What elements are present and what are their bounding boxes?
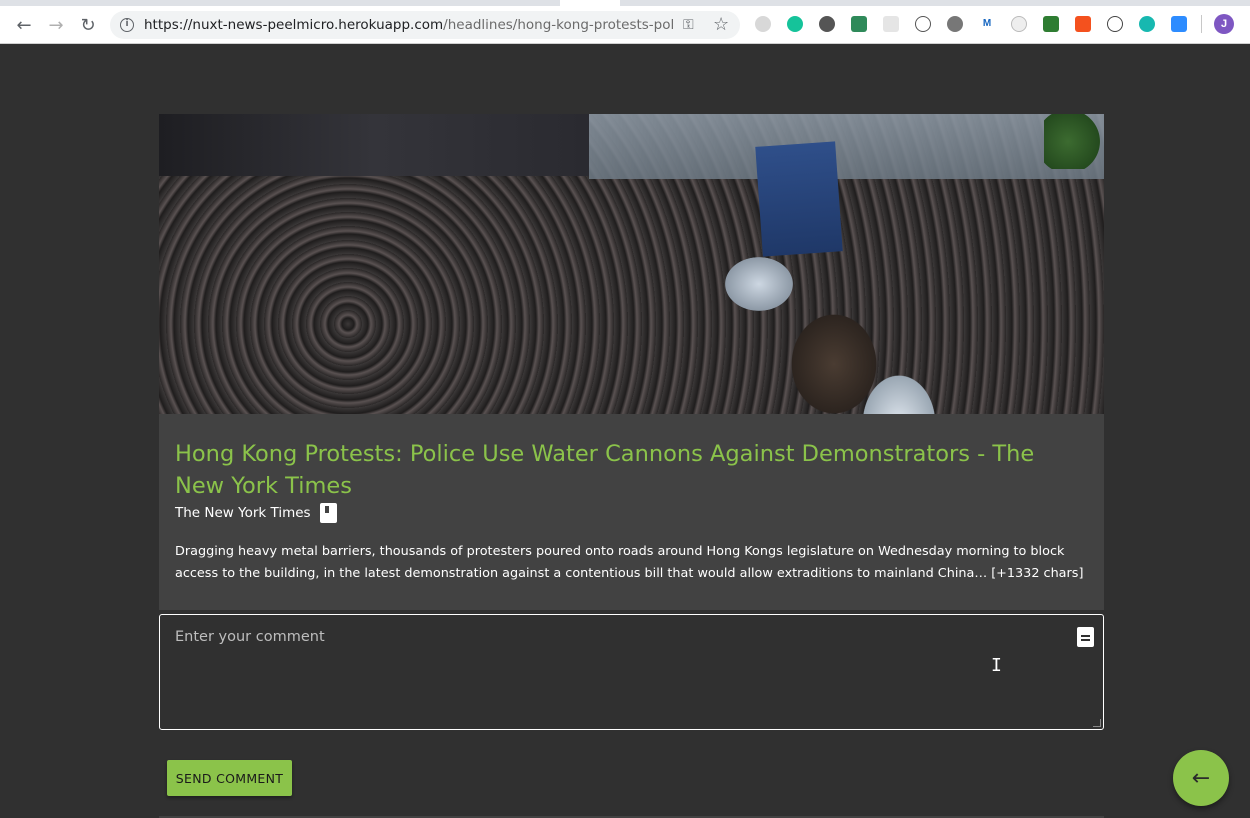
star-icon[interactable]: ☆ [713,14,729,35]
billboard-shape [159,114,589,176]
back-arrow-icon[interactable]: ← [12,13,36,37]
active-tab[interactable] [560,0,620,6]
article-source: The New York Times [175,505,311,521]
comment-input[interactable] [175,629,1055,719]
protest-banner-shape [755,141,843,257]
circle-icon[interactable] [819,16,835,32]
article-card: Hong Kong Protests: Police Use Water Can… [159,114,1104,610]
trees-shape [1044,114,1104,169]
url-path: /headlines/hong-kong-protests-police... [443,17,674,33]
moon-icon[interactable] [947,16,963,32]
key-icon[interactable]: ⚿ [683,17,694,33]
text-cursor-icon: I [991,655,1002,676]
vue-devtools-icon[interactable] [851,16,867,32]
link-icon[interactable] [1107,16,1123,32]
url-host: https://nuxt-news-peelmicro.herokuapp.co… [144,17,444,33]
bookmark-icon[interactable] [319,503,337,523]
url-text[interactable]: https://nuxt-news-peelmicro.herokuapp.co… [144,17,674,33]
send-comment-button[interactable]: SEND COMMENT [167,760,292,796]
resize-handle[interactable] [1093,719,1101,727]
document-icon [1077,627,1094,647]
info-icon[interactable]: i [120,18,134,32]
wave-icon[interactable] [755,16,771,32]
arrow-left-icon: ← [1191,765,1211,791]
grid-icon[interactable] [883,16,899,32]
timer-icon[interactable] [1011,16,1027,32]
address-bar[interactable]: i https://nuxt-news-peelmicro.herokuapp.… [110,11,740,39]
tab-strip [0,0,1250,6]
zoom-icon[interactable] [1171,16,1187,32]
browser-toolbar: ← → ↻ i https://nuxt-news-peelmicro.hero… [0,0,1250,44]
profile-avatar[interactable]: J [1214,14,1234,34]
back-fab-button[interactable]: ← [1173,750,1229,806]
article-title[interactable]: Hong Kong Protests: Police Use Water Can… [175,438,1075,502]
article-image [159,114,1104,414]
comment-box [159,614,1104,730]
grammarly-icon[interactable] [787,16,803,32]
teal-circle-icon[interactable] [1139,16,1155,32]
article-description: Dragging heavy metal barriers, thousands… [175,544,1084,581]
m-icon[interactable]: M [979,16,995,32]
forward-arrow-icon[interactable]: → [44,13,68,37]
source-row: The New York Times [175,503,337,523]
green-square-icon[interactable] [1043,16,1059,32]
orange-square-icon[interactable] [1075,16,1091,32]
building-shape [589,114,1104,179]
reload-icon[interactable]: ↻ [76,13,100,37]
code-icon[interactable] [915,16,931,32]
toolbar-separator [1201,15,1202,33]
